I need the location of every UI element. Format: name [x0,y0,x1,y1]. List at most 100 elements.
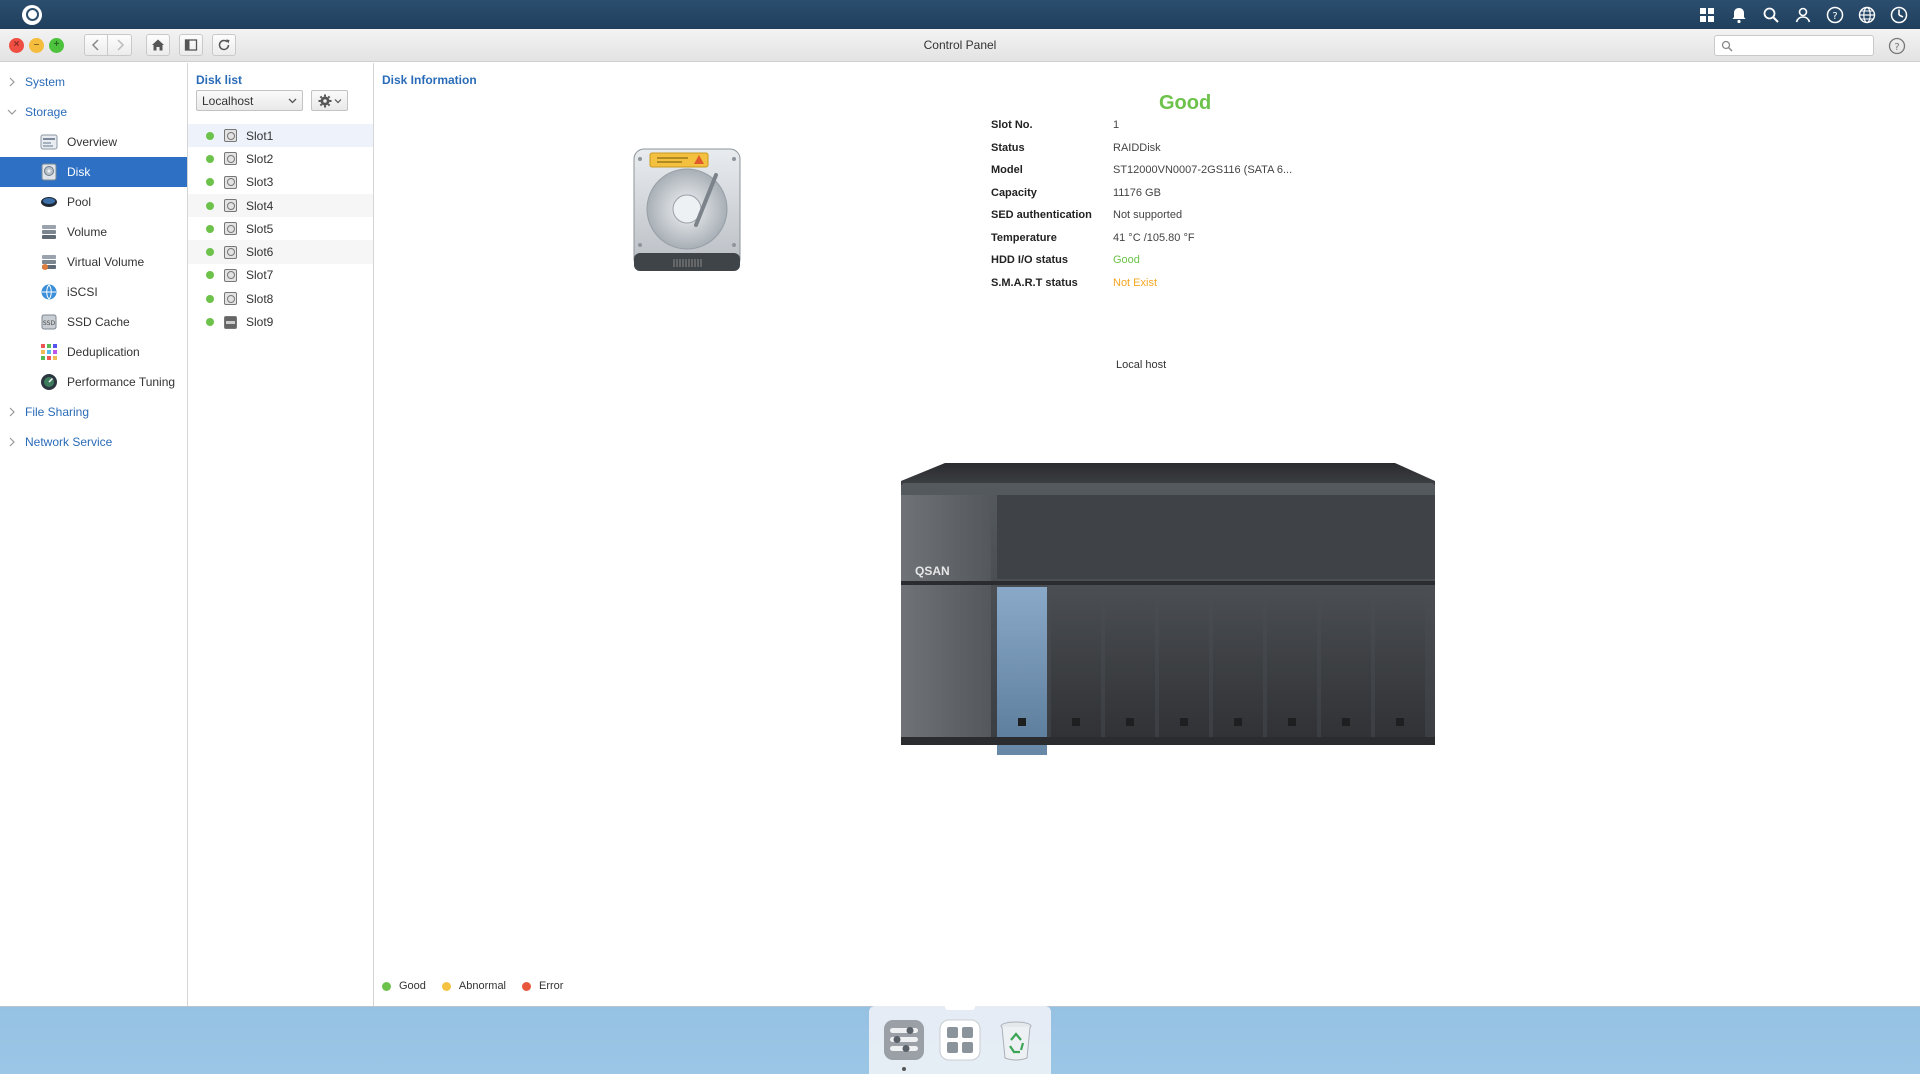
search-input[interactable] [1737,38,1867,53]
sidebar-item-iscsi[interactable]: iSCSI [0,277,187,307]
search-field[interactable] [1714,35,1874,56]
slot-label: Slot6 [246,245,274,260]
host-select-value: Localhost [202,93,254,108]
system-tray: ? [1694,2,1912,28]
user-icon[interactable] [1790,2,1816,28]
status-good-dot [206,248,214,257]
back-button[interactable] [84,34,108,56]
sidebar-item-virtual-volume[interactable]: Virtual Volume [0,247,187,277]
sidebar-section-file-sharing[interactable]: File Sharing [0,397,187,427]
chevron-down-icon [7,109,17,115]
disk-icon [40,163,58,181]
info-value: ST12000VN0007-2GS116 (SATA 6... [1113,164,1293,176]
sidebar-item-performance-tuning[interactable]: Performance Tuning [0,367,187,397]
dashboard-gauge-icon[interactable] [1886,2,1912,28]
slot-row[interactable]: Slot1 [188,124,373,148]
system-bar: ? [0,0,1920,29]
chevron-down-icon [288,98,297,104]
slot-row[interactable]: Slot5 [188,217,373,240]
status-good-dot [206,318,214,327]
info-label: Status [991,141,1025,154]
status-good-dot [206,178,214,187]
slot-row[interactable]: Slot2 [188,147,373,170]
apps-grid-icon[interactable] [1694,2,1720,28]
sidebar: System Storage Overview Disk Pool Volume [0,63,188,1006]
sidebar-section-storage[interactable]: Storage [0,97,187,127]
slot-row[interactable]: Slot8 [188,287,373,310]
info-label: Model [991,164,1023,176]
slot-row[interactable]: Slot7 [188,264,373,287]
sidebar-item-volume[interactable]: Volume [0,217,187,247]
deduplication-icon [40,343,58,361]
legend-error: Error [522,980,563,992]
sidebar-item-overview[interactable]: Overview [0,127,187,157]
pool-icon [40,193,58,211]
dock-handle[interactable] [945,1004,975,1010]
minimize-window-button[interactable]: – [29,37,44,53]
language-globe-icon[interactable] [1854,2,1880,28]
sidebar-item-label: iSCSI [67,285,98,299]
ssd-icon [224,315,237,329]
info-row-hdd-io-status: HDD I/O status Good [991,254,1292,277]
hdd-icon [224,199,237,213]
drive-tray-slot6[interactable] [1267,587,1317,737]
toggle-sidebar-button[interactable] [179,34,203,56]
slot-row[interactable]: Slot4 [188,193,373,218]
info-row-smart-status: S.M.A.R.T status Not Exist [991,277,1292,300]
drive-tray-slot4[interactable] [1159,587,1209,737]
maximize-window-button[interactable]: + [49,37,64,53]
drive-tray-slot5[interactable] [1213,587,1263,737]
status-good-dot [206,131,214,140]
slot-row[interactable]: Slot6 [188,240,373,264]
sidebar-item-ssd-cache[interactable]: SSD SSD Cache [0,307,187,337]
refresh-button[interactable] [212,34,236,56]
status-good-dot [206,294,214,303]
help-icon[interactable]: ? [1822,2,1848,28]
main-menu-logo-icon[interactable] [22,4,42,25]
info-row-slot-no: Slot No. 1 [991,119,1292,142]
info-label: S.M.A.R.T status [991,276,1078,289]
status-good-dot [206,224,214,233]
control-panel-window: Control Panel × – + ? System Storage Ove… [0,29,1920,1007]
legend-good-dot [382,981,391,991]
info-row-temperature: Temperature 41 °C /105.80 °F [991,232,1292,255]
slot-row[interactable]: Slot3 [188,171,373,194]
slot-list: Slot1 Slot2 Slot3 Slot4 Slot5 Slot6 Slot… [188,124,373,334]
sidebar-section-system[interactable]: System [0,67,187,97]
slot-label: Slot5 [246,221,274,236]
drive-tray-slot7[interactable] [1321,587,1371,737]
home-button[interactable] [146,34,170,56]
host-select[interactable]: Localhost [196,90,303,111]
sidebar-item-pool[interactable]: Pool [0,187,187,217]
notification-bell-icon[interactable] [1726,2,1752,28]
drive-tray-slot8[interactable] [1375,587,1425,737]
window-titlebar: Control Panel × – + ? [0,29,1920,62]
status-legend: Good Abnormal Error [382,980,563,992]
disk-actions-menu-button[interactable] [311,90,348,111]
info-label: SED authentication [991,209,1092,221]
volume-icon [40,223,58,241]
dock-recycle-bin[interactable] [993,1017,1039,1063]
nas-enclosure-illustration: QSAN [901,463,1435,755]
drive-tray-slot2[interactable] [1051,587,1101,737]
ssd-cache-icon: SSD [40,313,58,331]
drive-tray-slot3[interactable] [1105,587,1155,737]
toolbar-actions [146,34,236,56]
forward-button[interactable] [108,34,132,56]
status-good-dot [206,201,214,210]
slot-row[interactable]: Slot9 [188,310,373,333]
close-window-button[interactable]: × [9,37,24,53]
hdd-icon [224,129,237,143]
dock-app-center[interactable] [937,1017,983,1063]
help-button-icon[interactable]: ? [1888,37,1906,55]
status-good-dot [206,271,214,280]
hard-disk-illustration [633,148,741,271]
sidebar-item-disk[interactable]: Disk [0,157,187,187]
search-icon[interactable] [1758,2,1784,28]
disk-information-panel: Disk Information Good Slot No. 1 Status … [374,63,1920,1006]
slot-label: Slot2 [246,151,274,166]
dock-control-panel-app[interactable] [881,1017,927,1071]
sidebar-item-deduplication[interactable]: Deduplication [0,337,187,367]
enclosure-location-label: Local host [1116,359,1167,371]
sidebar-section-network-service[interactable]: Network Service [0,427,187,457]
